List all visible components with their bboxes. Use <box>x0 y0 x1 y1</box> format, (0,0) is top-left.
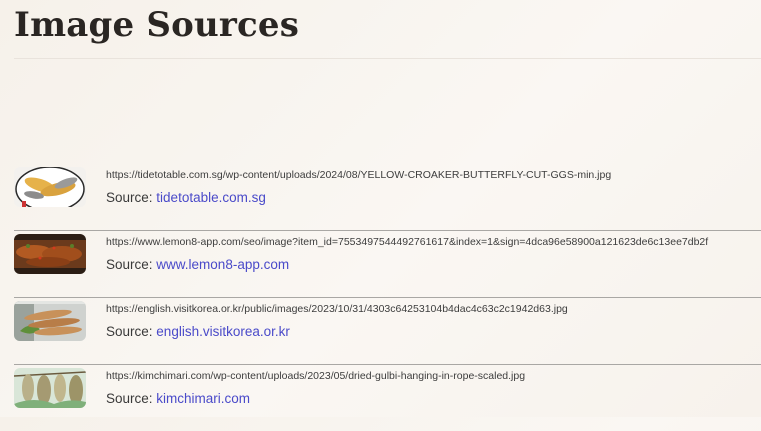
source-link[interactable]: tidetotable.com.sg <box>156 190 266 205</box>
source-label: Source: <box>106 391 153 406</box>
source-thumbnail[interactable] <box>14 167 86 207</box>
source-line: Source: kimchimari.com <box>106 390 250 408</box>
source-url: https://tidetotable.com.sg/wp-content/up… <box>106 169 612 181</box>
source-item: https://tidetotable.com.sg/wp-content/up… <box>14 164 761 231</box>
source-url: https://kimchimari.com/wp-content/upload… <box>106 370 526 382</box>
sources-list: https://tidetotable.com.sg/wp-content/up… <box>14 164 761 431</box>
source-item: https://english.visitkorea.or.kr/public/… <box>14 298 761 365</box>
source-line: Source: english.visitkorea.or.kr <box>106 323 290 341</box>
source-url: https://www.lemon8-app.com/seo/image?ite… <box>106 236 709 248</box>
source-link[interactable]: www.lemon8-app.com <box>156 257 289 272</box>
source-url: https://english.visitkorea.or.kr/public/… <box>106 303 568 315</box>
source-label: Source: <box>106 324 153 339</box>
source-thumbnail[interactable] <box>14 301 86 341</box>
source-item: https://kimchimari.com/wp-content/upload… <box>14 365 761 431</box>
source-item: https://www.lemon8-app.com/seo/image?ite… <box>14 231 761 298</box>
image-sources-page: Image Sources https://tidetotable.com.sg… <box>0 0 761 417</box>
page-title: Image Sources <box>14 5 300 45</box>
source-link[interactable]: kimchimari.com <box>156 391 250 406</box>
title-divider <box>14 58 761 59</box>
source-link[interactable]: english.visitkorea.or.kr <box>156 324 290 339</box>
source-label: Source: <box>106 190 153 205</box>
source-line: Source: tidetotable.com.sg <box>106 189 266 207</box>
source-thumbnail[interactable] <box>14 234 86 274</box>
source-line: Source: www.lemon8-app.com <box>106 256 289 274</box>
source-thumbnail[interactable] <box>14 368 86 408</box>
source-label: Source: <box>106 257 153 272</box>
